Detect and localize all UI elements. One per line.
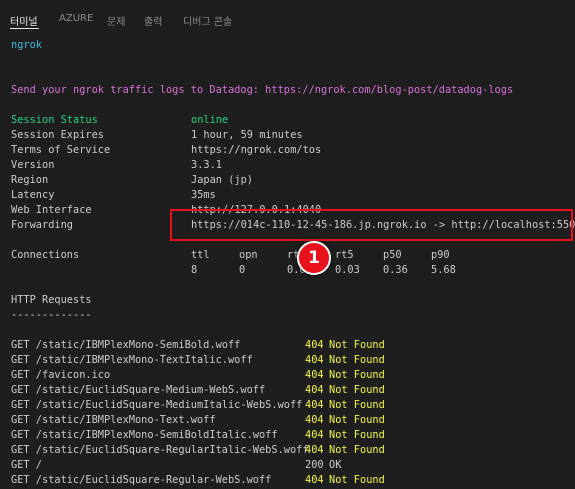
request-line: GET /static/EuclidSquare-RegularItalic-W… bbox=[11, 444, 309, 456]
session-label: Terms of Service bbox=[11, 144, 111, 156]
session-label: Session Status bbox=[11, 114, 98, 126]
session-label: Session Expires bbox=[11, 129, 104, 141]
active-tab-underline bbox=[10, 28, 39, 29]
datadog-promo: Send your ngrok traffic logs to Datadog:… bbox=[11, 84, 514, 96]
status-code: 404 bbox=[305, 369, 324, 381]
status-text: Not Found bbox=[329, 474, 385, 486]
status-text: Not Found bbox=[329, 429, 385, 441]
panel-tab-bar: 터미널 AZURE 문제 출력 디버그 콘솔 bbox=[0, 0, 575, 36]
session-label: Region bbox=[11, 174, 49, 186]
status-code: 404 bbox=[305, 444, 324, 456]
tab-debug-console[interactable]: 디버그 콘솔 bbox=[183, 13, 232, 28]
session-label: Web Interface bbox=[11, 204, 92, 216]
session-label: Latency bbox=[11, 189, 55, 201]
tab-azure[interactable]: AZURE bbox=[59, 13, 93, 24]
status-code: 404 bbox=[305, 354, 324, 366]
tab-terminal[interactable]: 터미널 bbox=[10, 13, 38, 28]
session-value: https://ngrok.com/tos bbox=[191, 144, 322, 156]
request-line: GET /static/IBMPlexMono-SemiBold.woff bbox=[11, 339, 241, 351]
request-line: GET /static/IBMPlexMono-TextItalic.woff bbox=[11, 354, 253, 366]
status-text: Not Found bbox=[329, 414, 385, 426]
session-value: 3.3.1 bbox=[191, 159, 222, 171]
status-code: 404 bbox=[305, 384, 324, 396]
connections-label: Connections bbox=[11, 249, 80, 261]
tab-problems[interactable]: 문제 bbox=[107, 13, 125, 28]
http-requests-title: HTTP Requests bbox=[11, 294, 92, 306]
http-requests-rule: ------------- bbox=[11, 309, 92, 321]
session-value: 35ms bbox=[191, 189, 216, 201]
connections-header: p90 bbox=[431, 249, 450, 261]
ngrok-title: ngrok bbox=[11, 39, 42, 51]
connections-value: 0.36 bbox=[383, 264, 408, 276]
status-text: Not Found bbox=[329, 354, 385, 366]
forwarding-highlight-box bbox=[170, 209, 573, 241]
status-text: Not Found bbox=[329, 369, 385, 381]
status-text: Not Found bbox=[329, 444, 385, 456]
status-text: Not Found bbox=[329, 384, 385, 396]
session-label: Version bbox=[11, 159, 55, 171]
status-text: Not Found bbox=[329, 339, 385, 351]
connections-header: rt5 bbox=[335, 249, 354, 261]
request-line: GET /favicon.ico bbox=[11, 369, 111, 381]
connections-value: 0 bbox=[239, 264, 246, 276]
connections-header: p50 bbox=[383, 249, 402, 261]
status-code: 404 bbox=[305, 414, 324, 426]
request-line: GET /static/EuclidSquare-Regular-WebS.wo… bbox=[11, 474, 272, 486]
status-text: OK bbox=[329, 459, 342, 471]
step-number-badge: 1 bbox=[297, 241, 331, 275]
status-code: 404 bbox=[305, 429, 324, 441]
connections-value: 5.68 bbox=[431, 264, 456, 276]
status-code: 404 bbox=[305, 474, 324, 486]
session-label: Forwarding bbox=[11, 219, 73, 231]
request-line: GET /static/IBMPlexMono-Text.woff bbox=[11, 414, 216, 426]
request-line: GET /static/EuclidSquare-Medium-WebS.wof… bbox=[11, 384, 266, 396]
status-code: 404 bbox=[305, 339, 324, 351]
request-line: GET / bbox=[11, 459, 42, 471]
connections-value: 0.03 bbox=[335, 264, 360, 276]
status-text: Not Found bbox=[329, 399, 385, 411]
session-value: online bbox=[191, 114, 229, 126]
request-line: GET /static/IBMPlexMono-SemiBoldItalic.w… bbox=[11, 429, 278, 441]
connections-value: 8 bbox=[191, 264, 198, 276]
connections-header: opn bbox=[239, 249, 258, 261]
status-code: 200 bbox=[305, 459, 324, 471]
tab-output[interactable]: 출력 bbox=[144, 13, 162, 28]
request-line: GET /static/EuclidSquare-MediumItalic-We… bbox=[11, 399, 303, 411]
status-code: 404 bbox=[305, 399, 324, 411]
session-value: Japan (jp) bbox=[191, 174, 253, 186]
session-value: 1 hour, 59 minutes bbox=[191, 129, 303, 141]
connections-header: ttl bbox=[191, 249, 210, 261]
